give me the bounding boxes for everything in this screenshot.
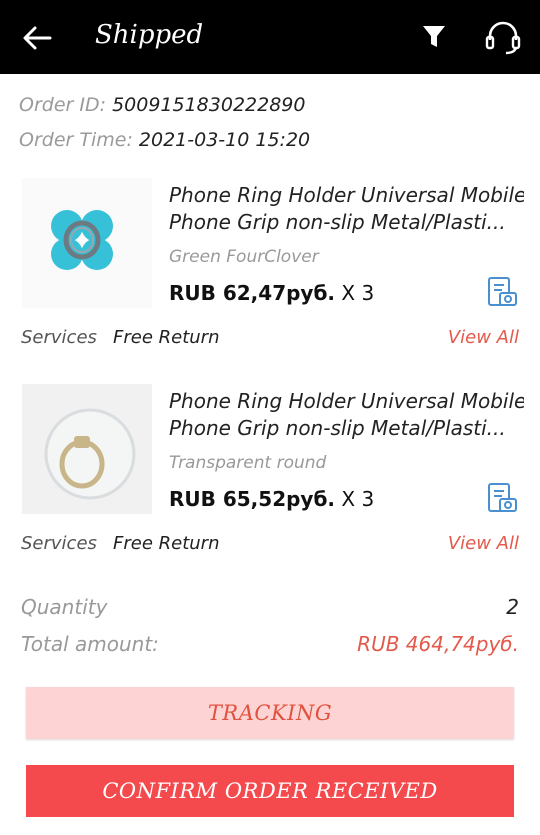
total-amount-value: RUB 464,74руб. <box>357 632 519 656</box>
order-time-label: Order Time: <box>19 129 133 151</box>
services-value: Free Return <box>113 327 220 348</box>
product-name-line2[interactable]: Phone Grip non-slip Metal/Plasti... <box>169 415 524 442</box>
order-time-row: Order Time: 2021-03-10 15:20 <box>19 129 310 151</box>
product-variant: Green FourClover <box>169 247 319 267</box>
tracking-button[interactable]: TRACKING <box>26 687 514 739</box>
order-id-row: Order ID: 5009151830222890 <box>19 94 305 116</box>
back-arrow-icon[interactable] <box>20 22 54 54</box>
product-price-row: RUB 65,52руб. X 3 <box>169 487 374 511</box>
headset-support-icon[interactable] <box>484 18 522 56</box>
invoice-icon[interactable] <box>486 276 518 308</box>
view-all-link[interactable]: View All <box>448 327 519 348</box>
transparent-ring-holder-icon <box>44 408 136 500</box>
quantity-value: 2 <box>506 595 519 619</box>
quantity-label: Quantity <box>21 595 108 619</box>
top-app-bar: Shipped <box>0 0 540 74</box>
product-price: RUB 65,52руб. <box>169 487 336 511</box>
clover-ring-holder-icon <box>51 210 113 270</box>
services-value: Free Return <box>113 533 220 554</box>
product-name-line1[interactable]: Phone Ring Holder Universal Mobile <box>169 388 524 415</box>
view-all-link[interactable]: View All <box>448 533 519 554</box>
services-label: Services <box>21 533 97 554</box>
order-id-label: Order ID: <box>19 94 107 116</box>
product-variant: Transparent round <box>169 453 327 473</box>
page-title: Shipped <box>95 20 204 50</box>
order-id-value: 5009151830222890 <box>112 94 306 116</box>
confirm-order-received-button[interactable]: CONFIRM ORDER RECEIVED <box>26 765 514 817</box>
product-name-line2[interactable]: Phone Grip non-slip Metal/Plasti... <box>169 209 524 236</box>
total-amount-label: Total amount: <box>21 632 159 656</box>
product-price: RUB 62,47руб. <box>169 281 336 305</box>
product-qty: X 3 <box>335 281 375 305</box>
product-thumbnail[interactable] <box>22 384 152 514</box>
product-price-row: RUB 62,47руб. X 3 <box>169 281 374 305</box>
product-name-line1[interactable]: Phone Ring Holder Universal Mobile <box>169 182 524 209</box>
filter-icon[interactable] <box>422 24 446 50</box>
product-thumbnail[interactable] <box>22 178 152 308</box>
order-time-value: 2021-03-10 15:20 <box>138 129 311 151</box>
services-label: Services <box>21 327 97 348</box>
invoice-icon[interactable] <box>486 482 518 514</box>
product-qty: X 3 <box>335 487 375 511</box>
